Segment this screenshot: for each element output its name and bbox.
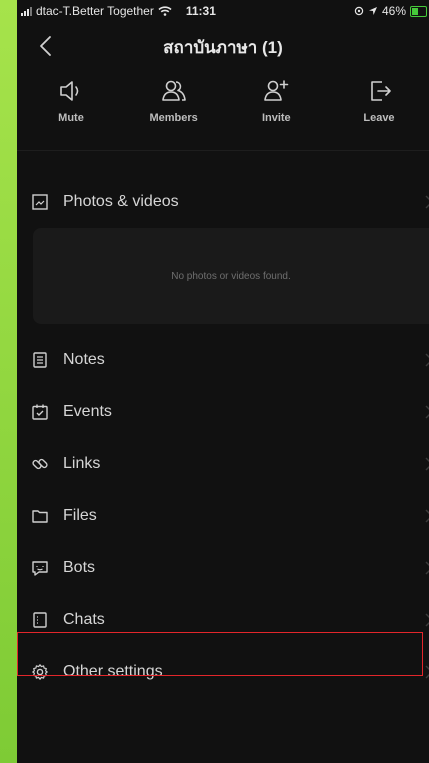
- links-label: Links: [63, 455, 101, 472]
- battery-icon: [410, 5, 427, 17]
- menu-other-settings[interactable]: Other settings: [17, 646, 429, 698]
- photos-videos-label: Photos & videos: [63, 193, 179, 210]
- menu-links[interactable]: Links: [17, 438, 429, 490]
- menu-chats[interactable]: Chats: [17, 594, 429, 646]
- members-label: Members: [149, 112, 198, 124]
- chevron-right-icon: [425, 195, 429, 209]
- header: สถาบันภาษา (1): [17, 22, 429, 72]
- chats-label: Chats: [63, 611, 105, 628]
- back-chevron-icon[interactable]: [35, 34, 59, 58]
- events-label: Events: [63, 403, 112, 420]
- battery-percent: 46%: [381, 4, 406, 18]
- menu-files[interactable]: Files: [17, 490, 429, 542]
- location-icon: [368, 7, 377, 15]
- mute-button[interactable]: Mute: [41, 72, 101, 142]
- invite-button[interactable]: Invite: [246, 72, 306, 142]
- invite-label: Invite: [261, 112, 291, 124]
- carrier-name: dtac-T.Better Together: [36, 4, 154, 18]
- menu-notes[interactable]: Notes: [17, 334, 429, 386]
- calendar-icon: [32, 404, 48, 420]
- leave-label: Leave: [363, 112, 395, 124]
- photos-empty-text: No photos or videos found.: [171, 270, 291, 282]
- gear-icon: [32, 664, 48, 680]
- notes-icon: [33, 352, 47, 368]
- chevron-right-icon: [425, 353, 429, 367]
- leave-icon: [371, 81, 391, 101]
- folder-icon: [32, 510, 48, 523]
- link-icon: [32, 458, 48, 470]
- battery-fill: [412, 7, 418, 15]
- status-right: 46%: [354, 4, 429, 18]
- chevron-right-icon: [425, 457, 429, 471]
- chevron-right-icon: [425, 613, 429, 627]
- photo-icon: [32, 194, 48, 210]
- menu-bots[interactable]: Bots: [17, 542, 429, 594]
- notes-label: Notes: [63, 351, 105, 368]
- status-bar: dtac-T.Better Together 11:31 46%: [17, 0, 429, 22]
- chevron-right-icon: [425, 561, 429, 575]
- invite-icon: [264, 80, 289, 101]
- page-title: สถาบันภาษา (1): [163, 37, 283, 57]
- leave-button[interactable]: Leave: [349, 72, 409, 142]
- phone-screen: dtac-T.Better Together 11:31 46% สถาบันภ…: [17, 0, 429, 763]
- members-icon: [161, 80, 186, 101]
- other-settings-label: Other settings: [63, 663, 163, 680]
- chevron-right-icon: [425, 509, 429, 523]
- status-left: dtac-T.Better Together 11:31: [21, 4, 216, 18]
- bot-icon: [32, 561, 48, 576]
- mute-label: Mute: [58, 112, 84, 124]
- menu-photos-videos[interactable]: Photos & videos: [17, 176, 429, 228]
- side-strip: [0, 0, 17, 763]
- action-bar: Mute Members Invite Leave: [17, 72, 429, 142]
- menu-events[interactable]: Events: [17, 386, 429, 438]
- orientation-lock-icon: [354, 6, 364, 16]
- bots-label: Bots: [63, 559, 96, 576]
- chevron-right-icon: [425, 405, 429, 419]
- signal-icon: [21, 6, 32, 16]
- divider: [17, 150, 429, 151]
- members-button[interactable]: Members: [144, 72, 204, 142]
- clock: 11:31: [185, 4, 216, 18]
- chats-icon: [33, 612, 47, 628]
- speaker-icon: [60, 81, 79, 101]
- chevron-right-icon: [425, 665, 429, 679]
- photos-empty-panel: No photos or videos found.: [33, 228, 429, 324]
- wifi-icon: [158, 6, 172, 16]
- files-label: Files: [63, 507, 97, 524]
